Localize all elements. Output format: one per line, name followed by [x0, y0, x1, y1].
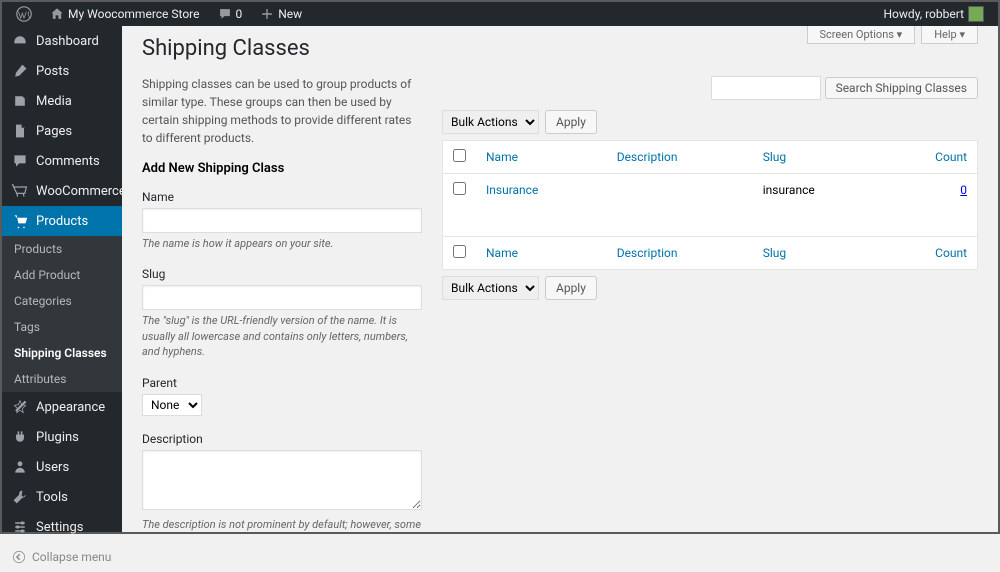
slug-hint: The "slug" is the URL-friendly version o…	[142, 313, 422, 359]
col-count-foot[interactable]: Count	[883, 236, 978, 269]
parent-select[interactable]: None	[142, 394, 202, 416]
search-input[interactable]	[711, 76, 821, 100]
apply-top-button[interactable]: Apply	[545, 110, 597, 134]
menu-appearance[interactable]: Appearance	[2, 392, 122, 422]
slug-input[interactable]	[142, 285, 422, 310]
select-all-top[interactable]	[453, 149, 466, 162]
description-hint: The description is not prominent by defa…	[142, 517, 422, 532]
row-slug: insurance	[753, 174, 883, 207]
col-name[interactable]: Name	[476, 141, 607, 174]
apply-bottom-button[interactable]: Apply	[545, 276, 597, 300]
menu-plugins[interactable]: Plugins	[2, 422, 122, 452]
menu-users[interactable]: Users	[2, 452, 122, 482]
search-button[interactable]: Search Shipping Classes	[825, 77, 978, 99]
row-name-link[interactable]: Insurance	[486, 183, 538, 197]
submenu-add-product[interactable]: Add Product	[2, 262, 122, 288]
col-count[interactable]: Count	[883, 141, 978, 174]
slug-label: Slug	[142, 267, 422, 281]
col-description[interactable]: Description	[607, 141, 753, 174]
intro-text: Shipping classes can be used to group pr…	[142, 75, 422, 147]
submenu-categories[interactable]: Categories	[2, 288, 122, 314]
menu-posts[interactable]: Posts	[2, 56, 122, 86]
user-menu[interactable]: Howdy, robbert	[878, 6, 991, 22]
row-checkbox[interactable]	[453, 182, 466, 195]
bulk-actions-bottom[interactable]: Bulk Actions	[442, 276, 539, 300]
admin-toolbar: My Woocommerce Store 0 New Howdy, robber…	[2, 2, 998, 26]
description-textarea[interactable]	[142, 450, 422, 510]
avatar-icon	[968, 6, 984, 22]
col-description-foot[interactable]: Description	[607, 236, 753, 269]
wp-logo-icon[interactable]	[10, 6, 38, 22]
screen-options-toggle[interactable]: Screen Options ▾	[807, 26, 916, 44]
select-all-bottom[interactable]	[453, 245, 466, 258]
name-hint: The name is how it appears on your site.	[142, 236, 422, 251]
col-name-foot[interactable]: Name	[476, 236, 607, 269]
comments-link[interactable]: 0	[212, 7, 249, 21]
description-label: Description	[142, 432, 422, 446]
row-count-link[interactable]: 0	[960, 183, 967, 197]
menu-media[interactable]: Media	[2, 86, 122, 116]
submenu-tags[interactable]: Tags	[2, 314, 122, 340]
menu-products[interactable]: Products	[2, 206, 122, 236]
menu-pages[interactable]: Pages	[2, 116, 122, 146]
shipping-classes-table: Name Description Slug Count Insurance in…	[442, 140, 978, 270]
admin-sidebar: Dashboard Posts Media Pages Comments Woo…	[2, 26, 122, 532]
main-content: Screen Options ▾ Help ▾ Shipping Classes…	[122, 26, 998, 532]
site-name-link[interactable]: My Woocommerce Store	[44, 7, 206, 21]
submenu-products[interactable]: Products	[2, 236, 122, 262]
products-submenu: Products Add Product Categories Tags Shi…	[2, 236, 122, 392]
help-toggle[interactable]: Help ▾	[921, 26, 978, 44]
collapse-menu[interactable]: Collapse menu	[2, 542, 122, 572]
row-description	[607, 174, 753, 207]
page-title: Shipping Classes	[142, 36, 422, 61]
menu-settings[interactable]: Settings	[2, 512, 122, 542]
parent-label: Parent	[142, 376, 422, 390]
menu-dashboard[interactable]: Dashboard	[2, 26, 122, 56]
name-input[interactable]	[142, 208, 422, 233]
name-label: Name	[142, 190, 422, 204]
menu-comments[interactable]: Comments	[2, 146, 122, 176]
menu-woocommerce[interactable]: WooCommerce	[2, 176, 122, 206]
table-row: Insurance insurance 0	[443, 174, 978, 207]
submenu-attributes[interactable]: Attributes	[2, 366, 122, 392]
col-slug[interactable]: Slug	[753, 141, 883, 174]
col-slug-foot[interactable]: Slug	[753, 236, 883, 269]
bulk-actions-top[interactable]: Bulk Actions	[442, 110, 539, 134]
new-link[interactable]: New	[254, 7, 308, 21]
menu-tools[interactable]: Tools	[2, 482, 122, 512]
submenu-shipping-classes[interactable]: Shipping Classes	[2, 340, 122, 366]
form-title: Add New Shipping Class	[142, 161, 422, 176]
